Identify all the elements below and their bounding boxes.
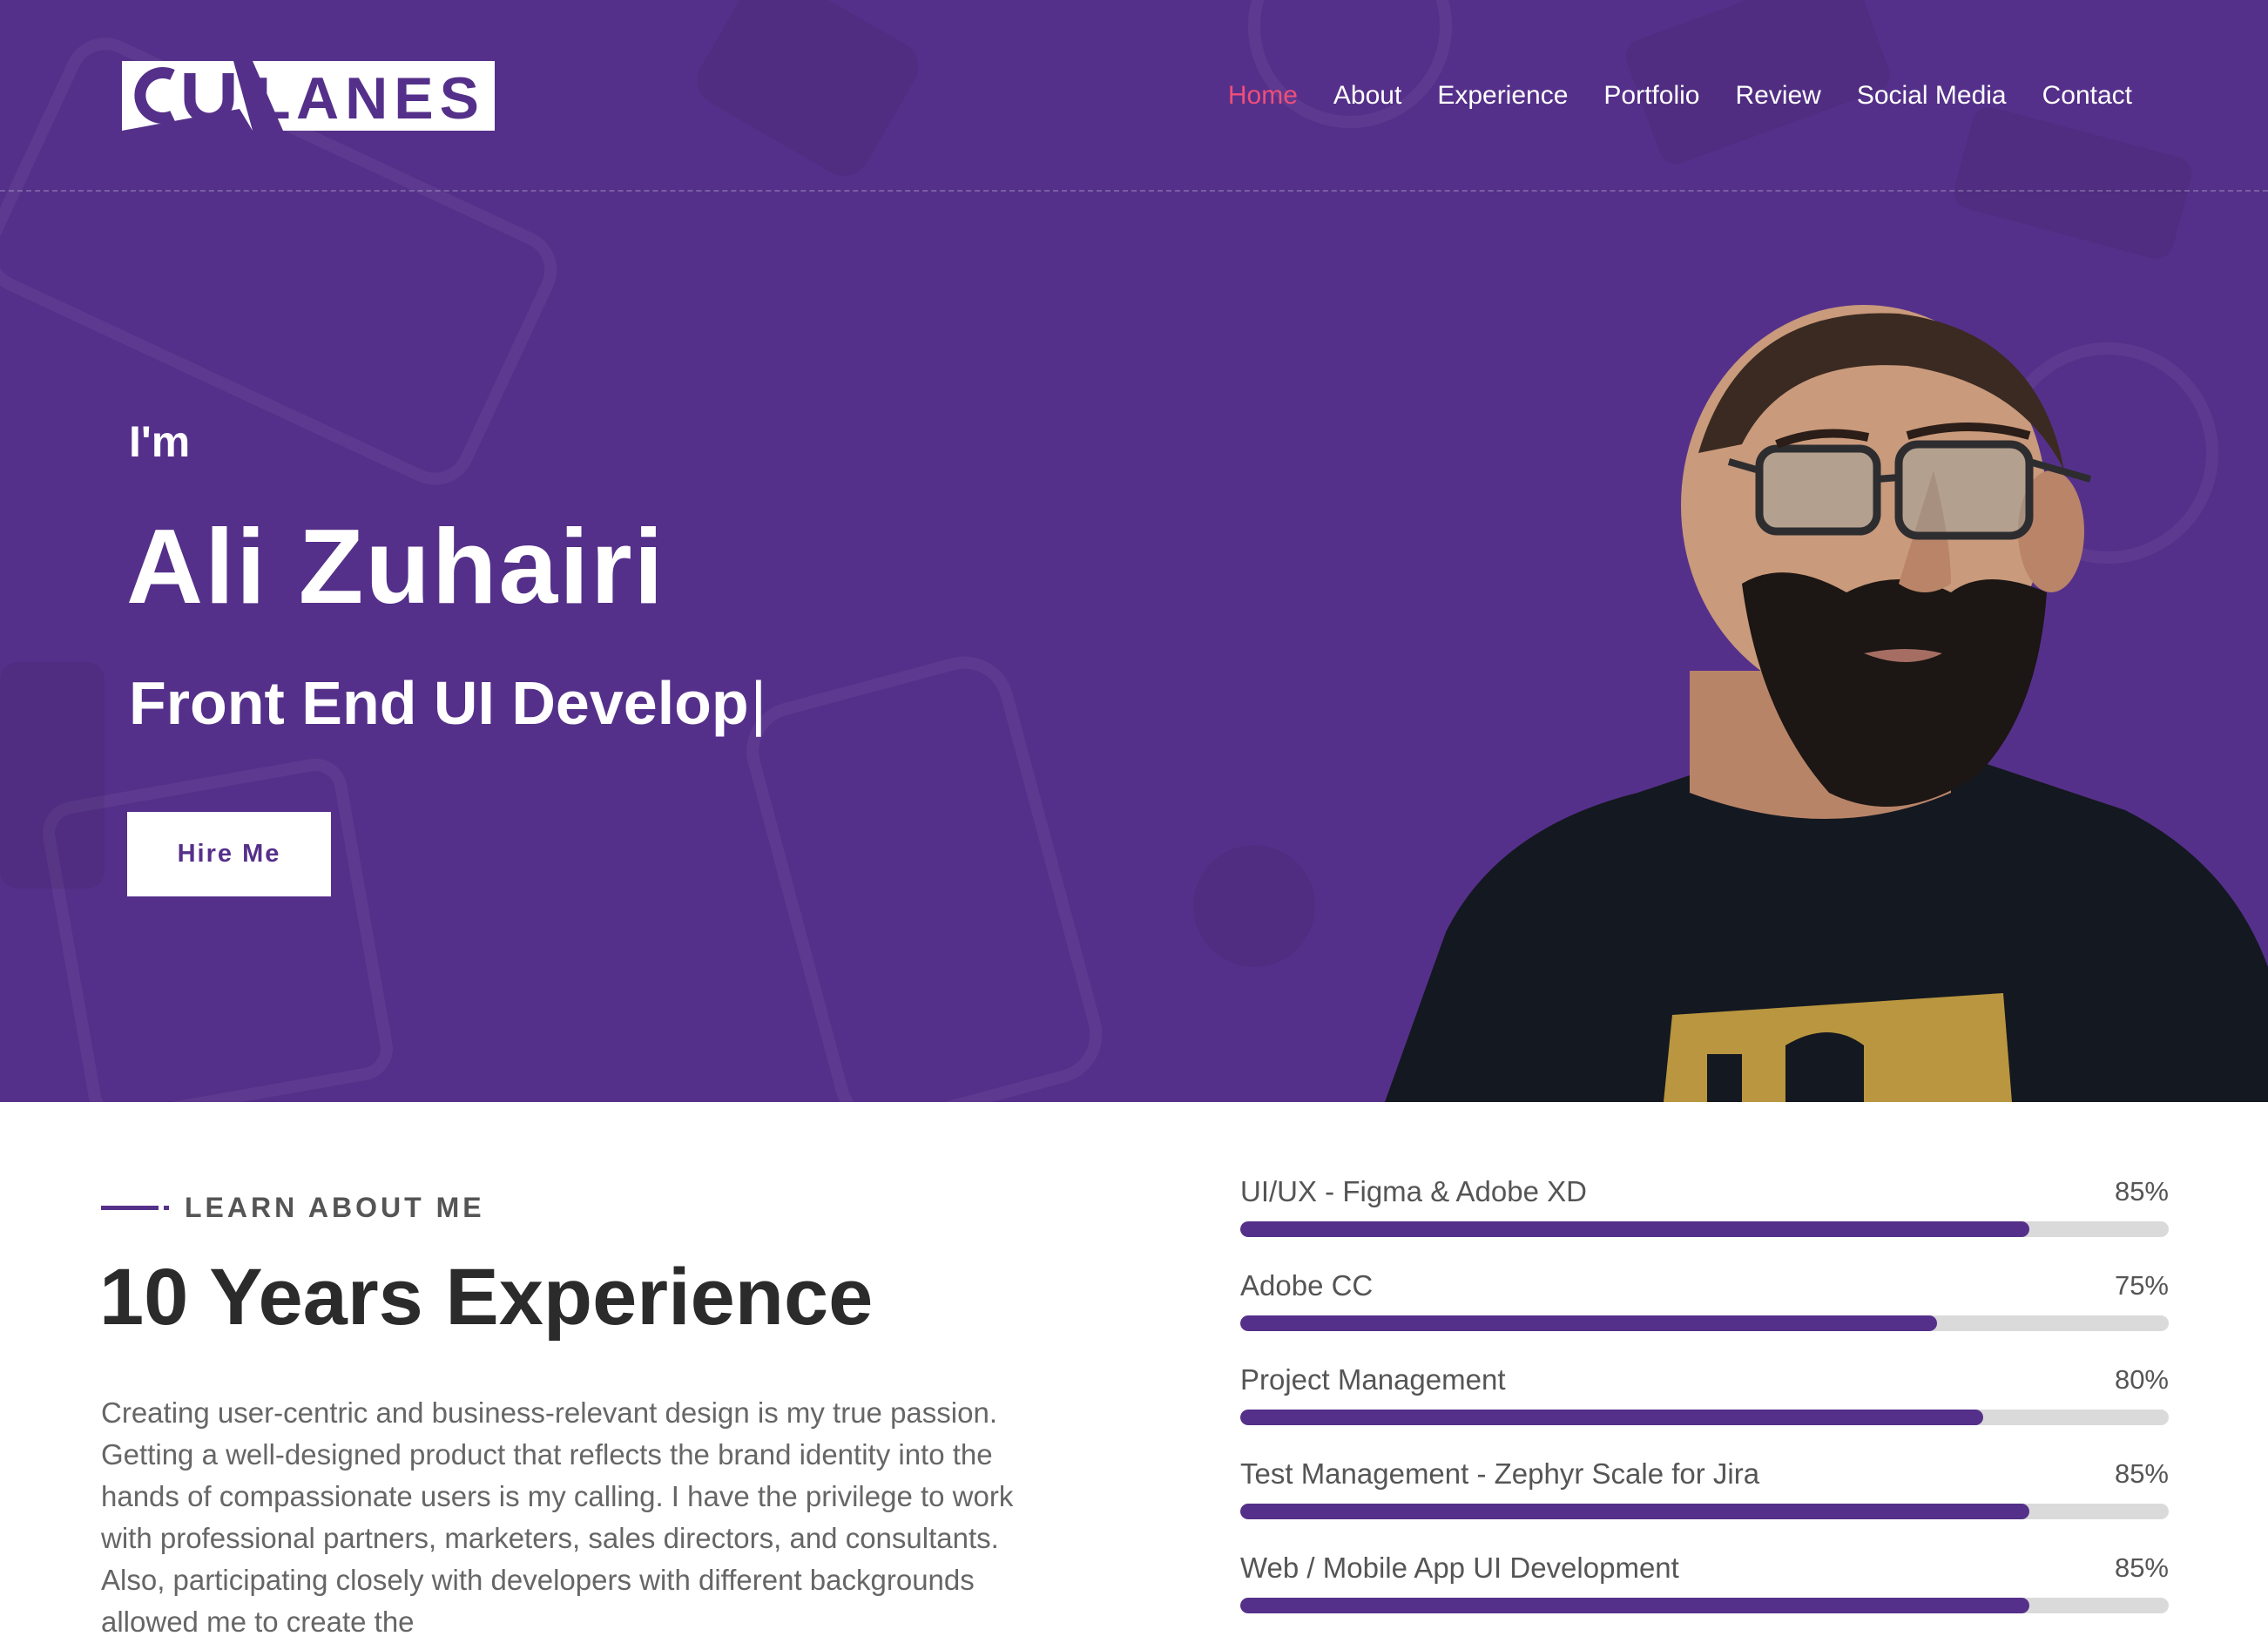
hero-role: Front End UI Develop|: [129, 666, 766, 740]
hero-role-text: Front End UI Develop: [129, 669, 749, 737]
skill-item: Test Management - Zephyr Scale for Jira …: [1240, 1455, 2169, 1549]
nav-contact[interactable]: Contact: [2042, 77, 2132, 115]
eyebrow-dot: [164, 1206, 169, 1210]
skill-item: Web / Mobile App UI Development 85%: [1240, 1549, 2169, 1643]
nav-review[interactable]: Review: [1735, 77, 1820, 115]
skill-progress-fill: [1240, 1221, 2030, 1237]
skill-name: Adobe CC: [1240, 1269, 1374, 1302]
skill-progress-track: [1240, 1410, 2169, 1425]
nav-about[interactable]: About: [1333, 77, 1401, 115]
skills-list: UI/UX - Figma & Adobe XD 85% Adobe CC 75…: [1240, 1173, 2169, 1643]
skill-progress-fill: [1240, 1410, 1983, 1425]
profile-photo: [1376, 305, 2268, 1102]
eyebrow-label: LEARN ABOUT ME: [185, 1192, 485, 1223]
skill-name: Web / Mobile App UI Development: [1240, 1552, 1679, 1584]
skill-item: Project Management 80%: [1240, 1361, 2169, 1455]
skill-percent: 85%: [2114, 1176, 2169, 1207]
skill-percent: 80%: [2114, 1364, 2169, 1395]
section-eyebrow: LEARN ABOUT ME: [101, 1192, 485, 1224]
brand-logo[interactable]: ANES L: [122, 61, 495, 131]
skill-name: UI/UX - Figma & Adobe XD: [1240, 1175, 1587, 1207]
svg-text:L: L: [254, 65, 291, 131]
skill-item: Adobe CC 75%: [1240, 1267, 2169, 1361]
hire-me-button[interactable]: Hire Me: [127, 812, 331, 896]
nav-experience[interactable]: Experience: [1437, 77, 1568, 115]
main-nav: Home About Experience Portfolio Review S…: [1228, 77, 2132, 115]
skill-name: Project Management: [1240, 1363, 1506, 1396]
skill-percent: 75%: [2114, 1270, 2169, 1301]
hero-name: Ali Zuhairi: [126, 507, 665, 625]
typing-cursor: |: [750, 669, 766, 737]
about-paragraph: Creating user-centric and business-relev…: [101, 1396, 1014, 1638]
top-navbar: ANES L Home About Experience Portfolio R…: [0, 0, 2268, 192]
nav-social-media[interactable]: Social Media: [1857, 77, 2007, 115]
skill-name: Test Management - Zephyr Scale for Jira: [1240, 1457, 1760, 1490]
skill-percent: 85%: [2114, 1458, 2169, 1489]
svg-text:ANES: ANES: [296, 65, 485, 131]
skill-progress-fill: [1240, 1598, 2030, 1613]
hero-intro: I'm: [129, 417, 191, 466]
hero-section: ANES L Home About Experience Portfolio R…: [0, 0, 2268, 1102]
eyebrow-line: [101, 1206, 159, 1210]
skill-progress-track: [1240, 1221, 2169, 1237]
skill-percent: 85%: [2114, 1552, 2169, 1583]
skill-progress-track: [1240, 1504, 2169, 1519]
skill-progress-track: [1240, 1598, 2169, 1613]
skill-progress-fill: [1240, 1504, 2030, 1519]
nav-home[interactable]: Home: [1228, 77, 1298, 115]
nav-portfolio[interactable]: Portfolio: [1603, 77, 1699, 115]
skill-item: UI/UX - Figma & Adobe XD 85%: [1240, 1173, 2169, 1267]
about-title: 10 Years Experience: [99, 1253, 874, 1342]
skill-progress-fill: [1240, 1315, 1937, 1331]
skill-progress-track: [1240, 1315, 2169, 1331]
